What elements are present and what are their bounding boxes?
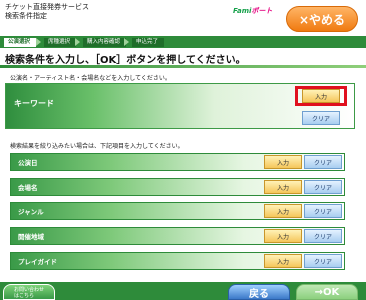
- heading-underline: [0, 65, 366, 68]
- contact-button[interactable]: お問い合わせ はこちら: [3, 284, 55, 300]
- genre-clear-button[interactable]: クリア: [304, 204, 342, 218]
- region-input-button[interactable]: 入力: [264, 229, 302, 243]
- keyword-clear-button[interactable]: クリア: [302, 111, 340, 125]
- app-title-line1: チケット直接発券サービス: [5, 3, 89, 11]
- quit-button[interactable]: ×やめる: [286, 6, 358, 32]
- app-title-line2: 検索条件指定: [5, 12, 47, 20]
- region-clear-button[interactable]: クリア: [304, 229, 342, 243]
- back-label: 戻る: [249, 288, 269, 300]
- keyword-label: キーワード: [14, 99, 54, 108]
- filter-label-venue: 会場名: [18, 184, 38, 192]
- step-arrow-icon: [75, 38, 80, 46]
- venue-input-button[interactable]: 入力: [264, 180, 302, 194]
- step-3: 購入内容確認: [83, 38, 127, 47]
- playguide-input-button[interactable]: 入力: [264, 254, 302, 268]
- filter-label-playguide: プレイガイド: [18, 258, 57, 266]
- ok-button[interactable]: →OK: [296, 284, 358, 300]
- app-title: チケット直接発券サービス 検索条件指定: [5, 3, 89, 21]
- genre-input-button[interactable]: 入力: [264, 204, 302, 218]
- date-clear-button[interactable]: クリア: [304, 155, 342, 169]
- keyword-instruction: 公演名・アーティスト名・会場名などを入力してください。: [10, 75, 171, 82]
- filter-instruction: 検索結果を絞り込みたい場合は、下記項目を入力してください。: [10, 143, 184, 150]
- step-arrow-icon: [124, 38, 129, 46]
- brand-suffix: ポート: [251, 7, 273, 15]
- filter-label-genre: ジャンル: [18, 208, 44, 216]
- ok-label: →OK: [314, 286, 340, 298]
- filter-label-date: 公演日: [18, 159, 38, 167]
- back-button[interactable]: 戻る: [228, 284, 290, 300]
- page-heading: 検索条件を入力し、［OK］ボタンを押してください。: [5, 55, 246, 66]
- step-2: 席種選択: [44, 38, 77, 47]
- step-4: 申込完了: [132, 38, 165, 47]
- playguide-clear-button[interactable]: クリア: [304, 254, 342, 268]
- date-input-button[interactable]: 入力: [264, 155, 302, 169]
- brand-prefix: Fami: [233, 7, 252, 15]
- contact-line2: はこちら: [14, 293, 35, 299]
- filter-label-region: 開催地域: [18, 233, 44, 241]
- brand-logo: Famiポート: [233, 6, 279, 18]
- step-arrow-icon: [36, 38, 41, 46]
- step-1: 公演選択: [4, 38, 37, 47]
- highlight-box: [295, 86, 347, 106]
- venue-clear-button[interactable]: クリア: [304, 180, 342, 194]
